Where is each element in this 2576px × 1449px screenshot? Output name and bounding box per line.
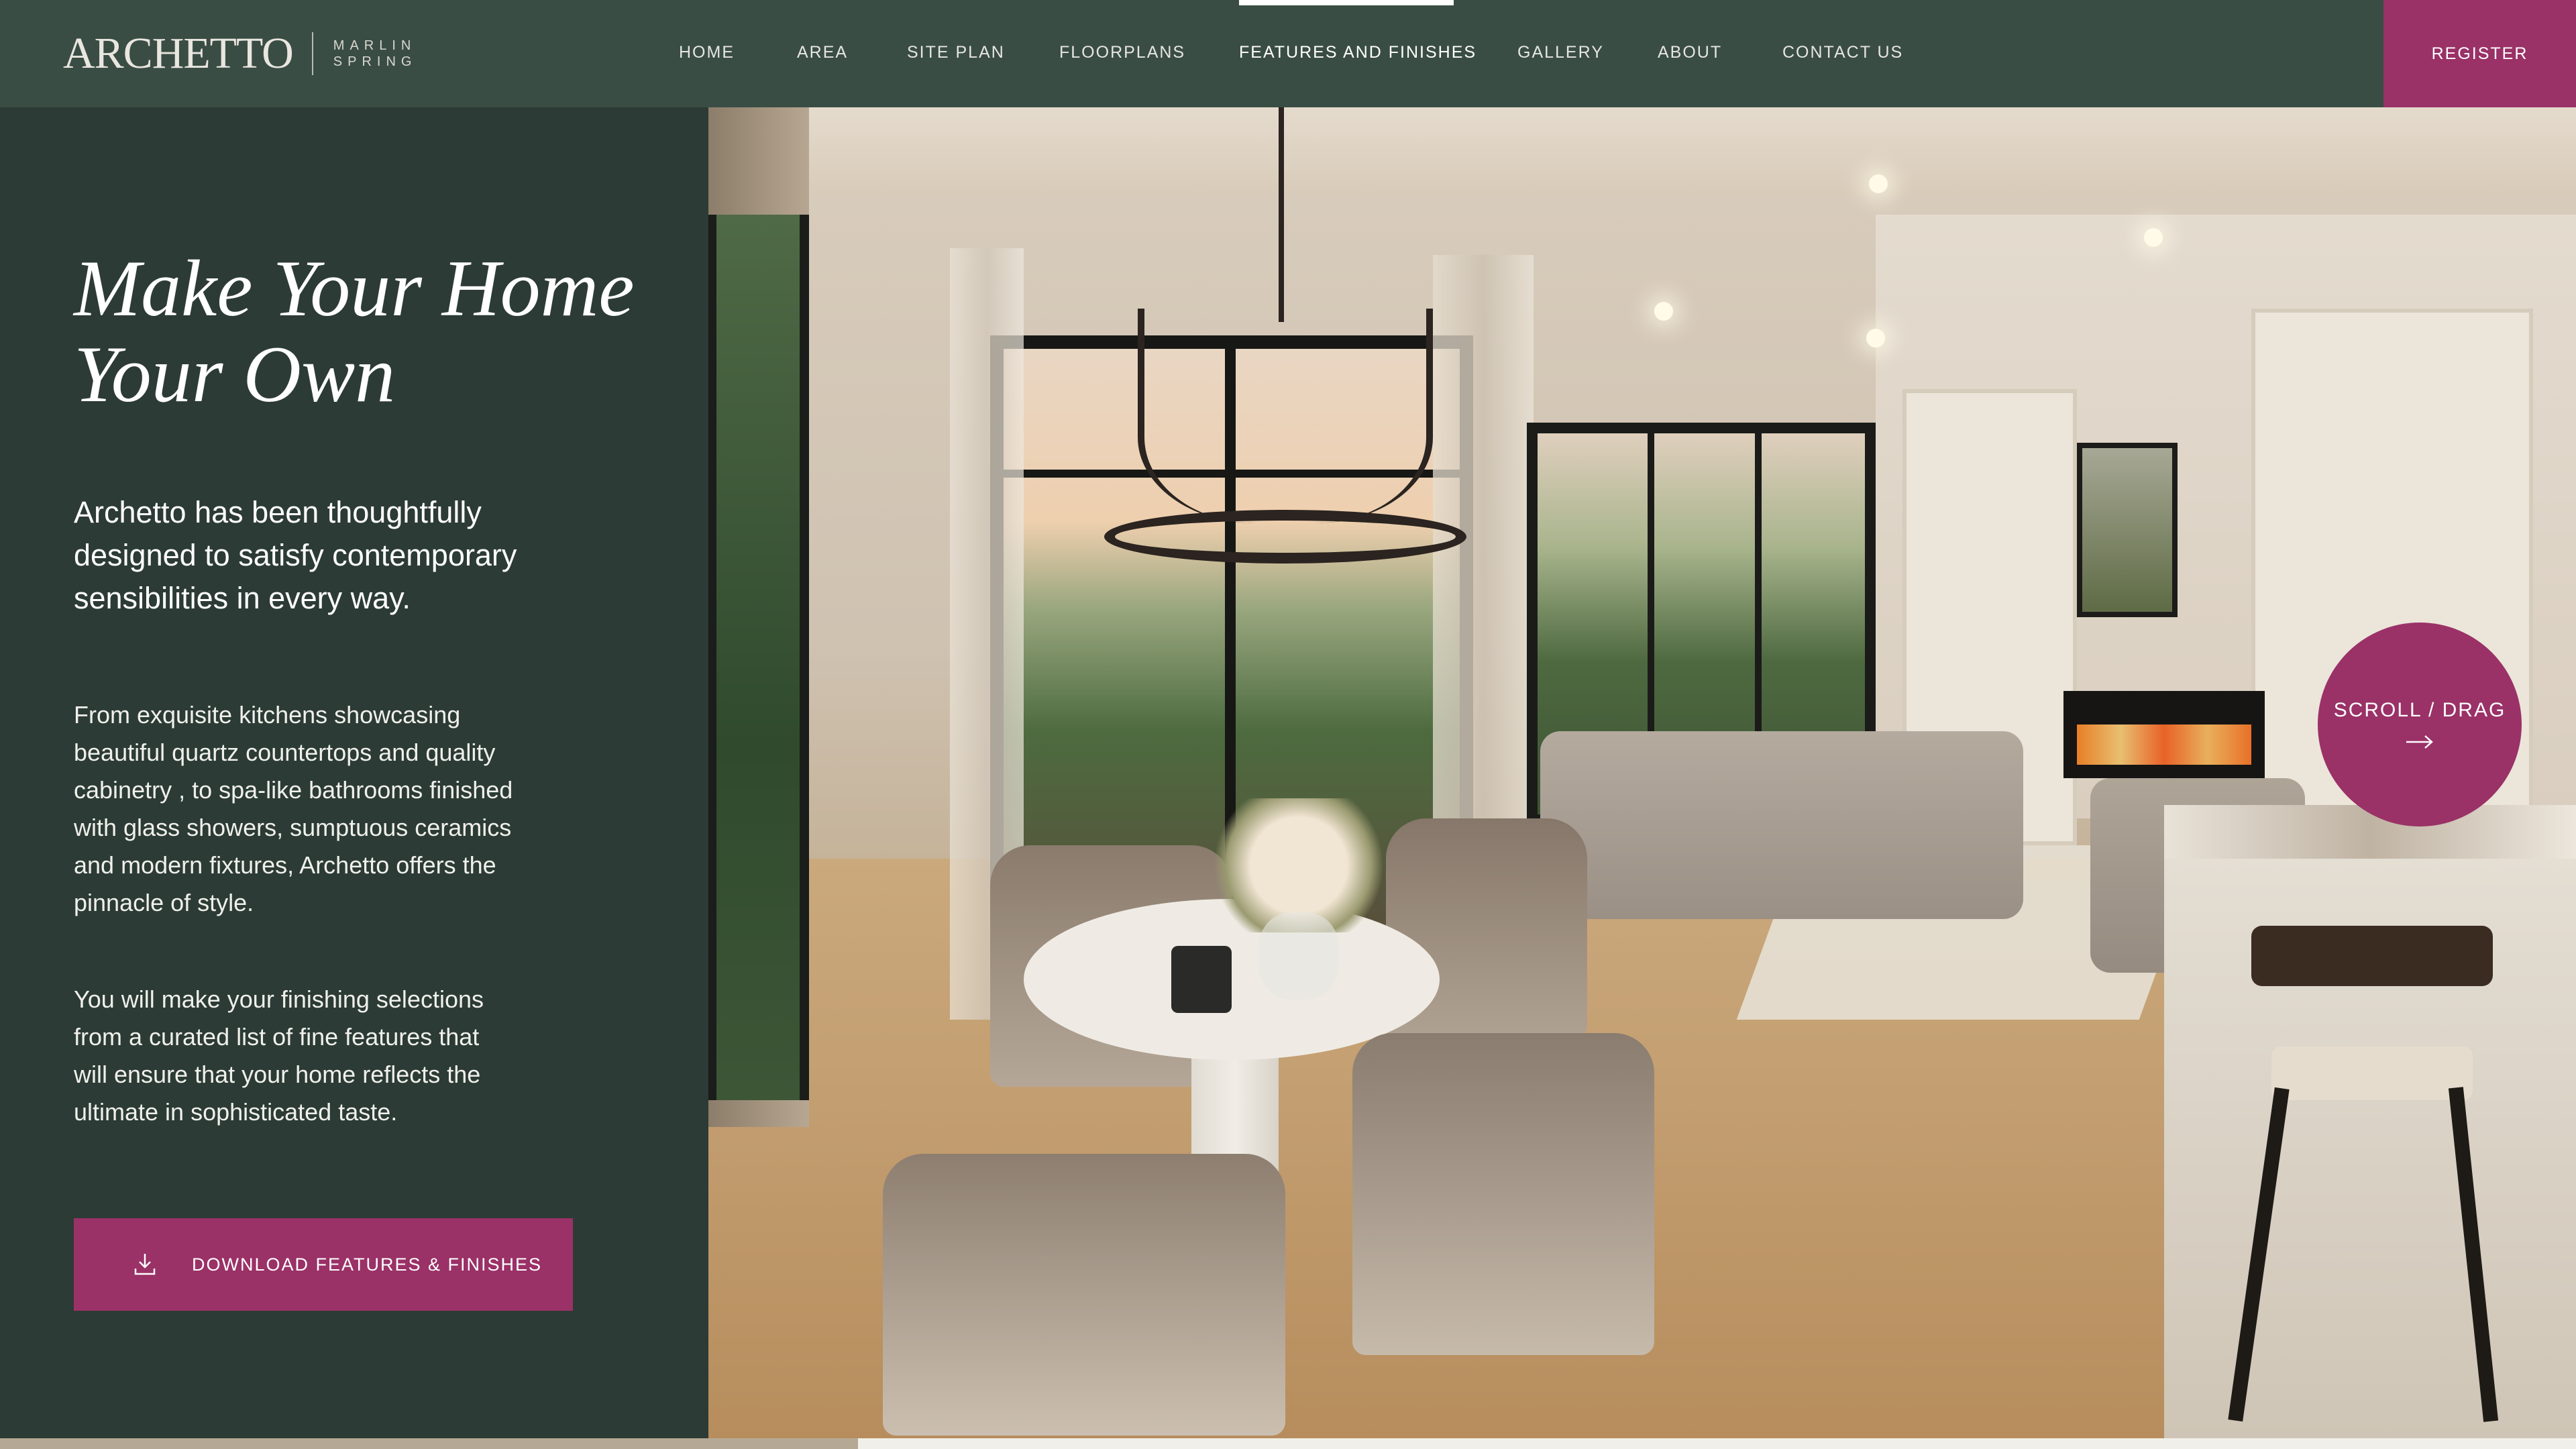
page-title-line2: Your Own [74, 329, 396, 419]
scroll-progress-track[interactable] [0, 1438, 2576, 1449]
scene-pot-light [1654, 302, 1673, 321]
scene-pot-light [1866, 329, 1885, 347]
body-paragraph-2: You will make your finishing selections … [74, 985, 484, 1126]
scroll-drag-button[interactable]: SCROLL / DRAG [2318, 623, 2522, 826]
scene-pot-light [1869, 174, 1888, 193]
lead-paragraph: Archetto has been thoughtfully designed … [74, 495, 517, 615]
scene-sofa [1540, 731, 2023, 919]
scene-stool-back [2251, 926, 2493, 986]
main-nav: HOME AREA SITE PLAN FLOORPLANS FEATURES … [0, 0, 2381, 107]
nav-item-home[interactable]: HOME [679, 43, 735, 62]
download-button-label: DOWNLOAD FEATURES & FINISHES [192, 1254, 543, 1275]
scene-chandelier-arms [1138, 309, 1433, 523]
scene-painting [2077, 443, 2178, 617]
register-button[interactable]: REGISTER [2383, 0, 2576, 107]
scene-kitchen-island [2164, 805, 2576, 1438]
nav-item-about[interactable]: ABOUT [1658, 43, 1722, 62]
nav-item-features-and-finishes[interactable]: FEATURES AND FINISHES [1239, 43, 1477, 62]
download-features-button[interactable]: DOWNLOAD FEATURES & FINISHES [74, 1218, 573, 1311]
nav-item-area[interactable]: AREA [797, 43, 848, 62]
page-title-line1: Make Your Home [74, 244, 635, 333]
download-icon [134, 1254, 156, 1275]
scene-chandelier-ring [1104, 510, 1466, 564]
scene-dining-chair [1352, 1033, 1654, 1355]
scroll-drag-label: SCROLL / DRAG [2333, 699, 2506, 721]
hero-interior-image[interactable] [708, 107, 2576, 1438]
scene-left-window [708, 215, 809, 1100]
scene-vase [1258, 912, 1339, 1000]
nav-item-site-plan[interactable]: SITE PLAN [907, 43, 1005, 62]
nav-item-gallery[interactable]: GALLERY [1517, 43, 1604, 62]
nav-item-floorplans[interactable]: FLOORPLANS [1059, 43, 1185, 62]
scene-dining-chair [883, 1154, 1285, 1436]
scene-candle [1171, 946, 1232, 1013]
site-header: ARCHETTO MARLIN SPRING HOME AREA SITE PL… [0, 0, 2576, 107]
arrow-right-icon [2406, 735, 2433, 749]
nav-item-contact-us[interactable]: CONTACT US [1782, 43, 1903, 62]
scene-pot-light [2144, 228, 2163, 247]
nav-active-indicator [1239, 0, 1454, 5]
scene-fire [2077, 724, 2251, 765]
intro-panel: Make Your Home Your Own Archetto has bee… [0, 107, 708, 1442]
body-paragraph-1: From exquisite kitchens showcasing beaut… [74, 701, 513, 916]
scene-chandelier-chain [1279, 107, 1284, 322]
scene-ceiling [708, 107, 2576, 195]
page-title: Make Your Home Your Own [74, 246, 678, 417]
scroll-progress-fill [0, 1438, 858, 1449]
scene-stool-seat [2271, 1046, 2473, 1100]
